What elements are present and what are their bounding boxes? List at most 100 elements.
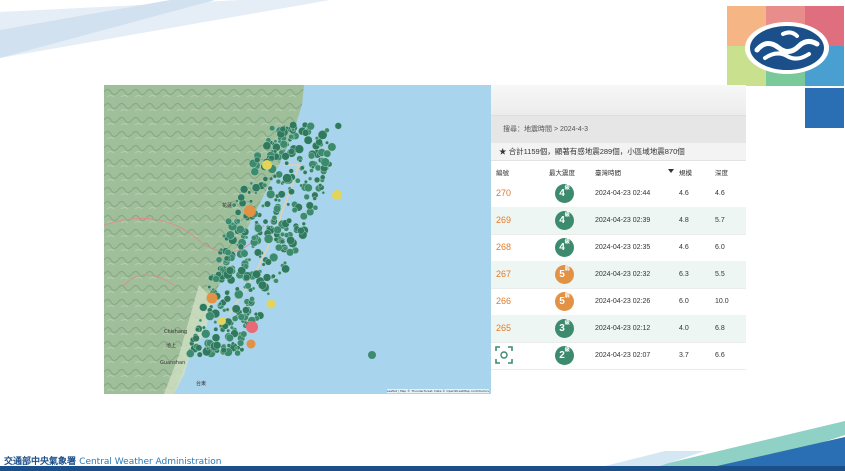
quake-marker[interactable] <box>273 204 282 213</box>
quake-marker[interactable] <box>220 347 227 354</box>
quake-marker[interactable] <box>262 218 269 225</box>
quake-marker[interactable] <box>205 346 210 351</box>
quake-marker[interactable] <box>294 177 301 184</box>
quake-marker[interactable] <box>221 233 227 238</box>
quake-marker[interactable] <box>226 343 232 348</box>
quake-marker[interactable] <box>269 225 274 229</box>
table-row[interactable]: 266 5弱 2024-04-23 02:26 6.0 10.0 <box>491 288 746 316</box>
quake-marker[interactable] <box>272 174 278 179</box>
quake-marker[interactable] <box>286 236 295 245</box>
quake-marker[interactable] <box>334 122 342 130</box>
quake-marker[interactable] <box>234 209 242 216</box>
quake-marker[interactable] <box>327 142 337 152</box>
row-number[interactable]: 266 <box>496 288 511 315</box>
quake-marker[interactable] <box>284 160 289 166</box>
quake-marker[interactable] <box>308 176 313 181</box>
quake-marker[interactable] <box>279 125 287 133</box>
quake-marker[interactable] <box>314 164 322 172</box>
quake-marker[interactable] <box>282 173 292 183</box>
quake-marker[interactable] <box>303 193 310 201</box>
quake-marker[interactable] <box>231 202 237 208</box>
quake-marker-yellow[interactable] <box>262 160 272 170</box>
quake-marker[interactable] <box>277 190 286 199</box>
quake-marker[interactable] <box>289 121 298 129</box>
quake-marker[interactable] <box>273 225 282 235</box>
quake-marker[interactable] <box>306 122 315 131</box>
quake-marker[interactable] <box>262 273 272 282</box>
quake-marker[interactable] <box>262 182 268 188</box>
quake-marker[interactable] <box>202 325 206 330</box>
quake-marker[interactable] <box>251 183 261 192</box>
quake-marker[interactable] <box>242 306 250 314</box>
quake-marker[interactable] <box>273 278 279 284</box>
locate-focus-icon[interactable] <box>495 346 513 364</box>
row-number[interactable]: 267 <box>496 261 511 288</box>
quake-marker[interactable] <box>368 351 376 359</box>
quake-marker[interactable] <box>288 148 295 155</box>
quake-marker[interactable] <box>195 327 201 333</box>
quake-marker[interactable] <box>240 185 249 194</box>
quake-marker[interactable] <box>273 149 278 154</box>
quake-marker[interactable] <box>234 349 241 357</box>
quake-marker[interactable] <box>302 129 310 137</box>
quake-marker[interactable] <box>286 202 291 207</box>
quake-marker[interactable] <box>235 218 241 224</box>
quake-marker[interactable] <box>223 255 230 262</box>
quake-marker[interactable] <box>239 347 245 353</box>
quake-marker[interactable] <box>303 135 313 145</box>
quake-marker[interactable] <box>240 249 249 258</box>
row-number[interactable]: 265 <box>496 315 511 342</box>
quake-marker[interactable] <box>224 289 230 296</box>
quake-marker[interactable] <box>195 344 203 352</box>
quake-marker[interactable] <box>288 134 294 140</box>
quake-marker[interactable] <box>234 286 240 292</box>
quake-marker-yellow[interactable] <box>332 190 342 200</box>
quake-marker[interactable] <box>299 212 308 221</box>
quake-marker[interactable] <box>263 234 274 244</box>
quake-marker[interactable] <box>225 217 233 225</box>
earthquake-map[interactable]: 花蓮 Chishang 池上 Guanshan 台東 Leaflet | Map… <box>104 85 491 394</box>
quake-marker[interactable] <box>302 170 308 175</box>
column-magnitude[interactable]: 規模 <box>679 167 692 177</box>
quake-marker[interactable] <box>198 318 203 323</box>
quake-marker[interactable] <box>303 179 308 184</box>
quake-marker[interactable] <box>299 183 303 188</box>
quake-marker[interactable] <box>286 248 295 257</box>
quake-marker[interactable] <box>321 191 325 195</box>
quake-marker[interactable] <box>307 152 315 160</box>
quake-marker[interactable] <box>229 325 234 330</box>
quake-marker[interactable] <box>251 286 256 291</box>
quake-marker[interactable] <box>225 266 235 275</box>
quake-marker[interactable] <box>266 189 276 199</box>
table-row[interactable]: 268 4級 2024-04-23 02:35 4.6 6.0 <box>491 234 746 262</box>
quake-marker[interactable] <box>254 156 261 164</box>
quake-marker[interactable] <box>230 341 235 346</box>
quake-marker[interactable] <box>266 292 271 296</box>
quake-marker[interactable] <box>240 330 248 338</box>
quake-marker[interactable] <box>250 167 260 176</box>
quake-marker-orange[interactable] <box>246 339 256 349</box>
quake-marker[interactable] <box>279 140 288 149</box>
quake-marker[interactable] <box>273 197 278 202</box>
quake-marker[interactable] <box>304 183 313 193</box>
map-attribution[interactable]: Leaflet | Map © Thunderforest, Data © Op… <box>386 389 489 393</box>
table-row[interactable]: 270 4級 2024-04-23 02:44 4.6 4.6 <box>491 180 746 208</box>
quake-marker[interactable] <box>286 217 293 224</box>
quake-marker[interactable] <box>262 176 269 182</box>
quake-marker[interactable] <box>291 206 298 213</box>
quake-marker[interactable] <box>222 308 227 313</box>
quake-marker[interactable] <box>309 168 314 173</box>
quake-marker[interactable] <box>219 247 224 252</box>
quake-marker[interactable] <box>196 351 203 358</box>
quake-marker[interactable] <box>261 262 266 267</box>
quake-marker[interactable] <box>269 125 276 132</box>
quake-marker-orange[interactable] <box>206 292 218 304</box>
quake-marker-yellow[interactable] <box>266 299 276 309</box>
quake-marker[interactable] <box>224 248 232 256</box>
table-row[interactable]: 2級 2024-04-23 02:07 3.7 6.6 <box>491 342 746 370</box>
quake-marker[interactable] <box>222 265 227 270</box>
quake-marker-red[interactable] <box>246 321 258 333</box>
quake-marker[interactable] <box>213 326 219 332</box>
quake-marker[interactable] <box>282 245 288 251</box>
quake-marker[interactable] <box>237 193 245 202</box>
